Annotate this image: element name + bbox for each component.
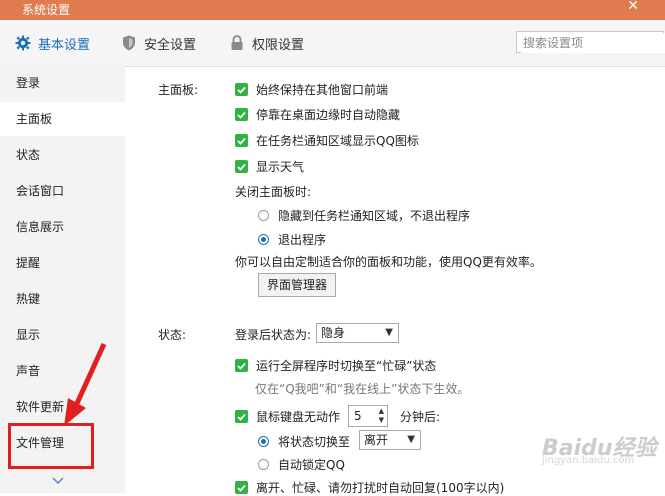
dropdown-arrow-icon: ▼ [407,434,415,445]
lock-icon [228,34,246,52]
stepper-value: 5 [354,409,362,423]
ui-manager-button[interactable]: 界面管理器 [258,273,336,297]
close-panel-label: 关闭主面板时: [235,185,312,199]
sidebar-item-status[interactable]: 状态 [0,138,125,172]
status-section-label: 状态: [158,328,187,342]
checkbox-label: 离开、忙碌、请勿打扰时自动回复(100字以内) [256,481,505,495]
checkbox-show-tray-icon[interactable]: 在任务栏通知区域显示QQ图标 [235,132,419,149]
radio-circle [258,210,269,221]
checkbox-label: 始终保持在其他窗口前端 [256,83,389,97]
baidu-watermark-url: jingyan.baidu.com [542,455,635,466]
chevron-down-icon[interactable] [52,474,64,488]
login-status-select[interactable]: 隐身 ▼ [316,323,399,343]
tab-basic-settings[interactable]: 基本设置 [14,32,90,54]
radio-hide-to-tray[interactable]: 隐藏到任务栏通知区域，不退出程序 [258,207,470,224]
idle-minutes-stepper[interactable]: 5 ▲ ▼ [348,405,388,427]
checkmark-icon [235,83,248,96]
checkbox-auto-hide-edge[interactable]: 停靠在桌面边缘时自动隐藏 [235,106,400,123]
checkbox-label: 鼠标键盘无动作 [256,410,341,424]
radio-label: 隐藏到任务栏通知区域，不退出程序 [278,209,471,223]
radio-auto-lock[interactable]: 自动锁定QQ [258,456,345,473]
sidebar-item-info-display[interactable]: 信息展示 [0,210,125,244]
close-icon[interactable]: ✕ [627,0,639,14]
checkmark-icon [235,108,248,121]
select-value: 隐身 [321,326,346,340]
checkbox-label: 运行全屏程序时切换至“忙碌”状态 [256,359,437,373]
checkbox-label: 在任务栏通知区域显示QQ图标 [256,134,419,148]
checkmark-icon [235,134,248,147]
checkbox-always-on-top[interactable]: 始终保持在其他窗口前端 [235,81,388,98]
search-input[interactable] [521,33,665,53]
checkbox-label: 停靠在桌面边缘时自动隐藏 [256,108,401,122]
shield-icon [120,34,138,52]
checkbox-label: 显示天气 [256,160,305,174]
checkmark-icon [235,410,248,423]
tab-permission-settings[interactable]: 权限设置 [228,32,304,54]
radio-exit-program[interactable]: 退出程序 [258,231,326,248]
tab-label: 权限设置 [252,37,305,53]
sidebar-item-reminder[interactable]: 提醒 [0,246,125,280]
radio-circle-selected [258,436,269,447]
stepper-up-icon[interactable]: ▲ [379,407,384,415]
sidebar-item-main-panel[interactable]: 主面板 [0,102,125,136]
radio-switch-status[interactable]: 将状态切换至 [258,433,350,450]
settings-content: 主面板: 始终保持在其他窗口前端 停靠在桌面边缘时自动隐藏 在任务栏通知区域显示… [125,66,665,496]
radio-label: 退出程序 [278,233,327,247]
gear-icon [14,34,32,52]
fullscreen-hint: 仅在“Q我吧”和“我在线上”状态下生效。 [255,382,470,396]
checkmark-icon [235,481,248,494]
stepper-down-icon[interactable]: ▼ [379,416,384,424]
search-box[interactable] [516,31,665,53]
tab-security-settings[interactable]: 安全设置 [120,32,196,54]
main-panel-section-label: 主面板: [158,83,199,97]
annotation-arrow-icon [64,342,107,426]
radio-circle-selected [258,234,269,245]
sidebar-item-login[interactable]: 登录 [0,66,125,100]
tab-label: 基本设置 [38,37,91,53]
checkbox-fullscreen-busy[interactable]: 运行全屏程序时切换至“忙碌”状态 [235,357,436,374]
checkbox-show-weather[interactable]: 显示天气 [235,158,304,175]
idle-suffix-label: 分钟后: [400,410,441,424]
title-bar: 系统设置 ✕ [0,0,665,20]
radio-label: 自动锁定QQ [278,458,345,472]
sidebar-item-hotkeys[interactable]: 热键 [0,282,125,316]
checkbox-idle-switch[interactable]: 鼠标键盘无动作 [235,408,340,425]
dropdown-arrow-icon: ▼ [385,327,393,338]
tab-label: 安全设置 [144,37,197,53]
radio-label: 将状态切换至 [278,435,351,449]
select-value: 离开 [364,433,389,447]
checkmark-icon [235,160,248,173]
window-title: 系统设置 [22,3,71,17]
radio-circle [258,459,269,470]
login-status-label: 登录后状态为: [235,328,312,342]
checkmark-icon [235,359,248,372]
switch-status-select[interactable]: 离开 ▼ [359,430,421,450]
checkbox-auto-reply[interactable]: 离开、忙碌、请勿打扰时自动回复(100字以内) [235,479,504,496]
customize-hint: 你可以自由定制适合你的面板和功能，使用QQ更有效率。 [235,255,542,269]
sidebar-item-chat-window[interactable]: 会话窗口 [0,174,125,208]
